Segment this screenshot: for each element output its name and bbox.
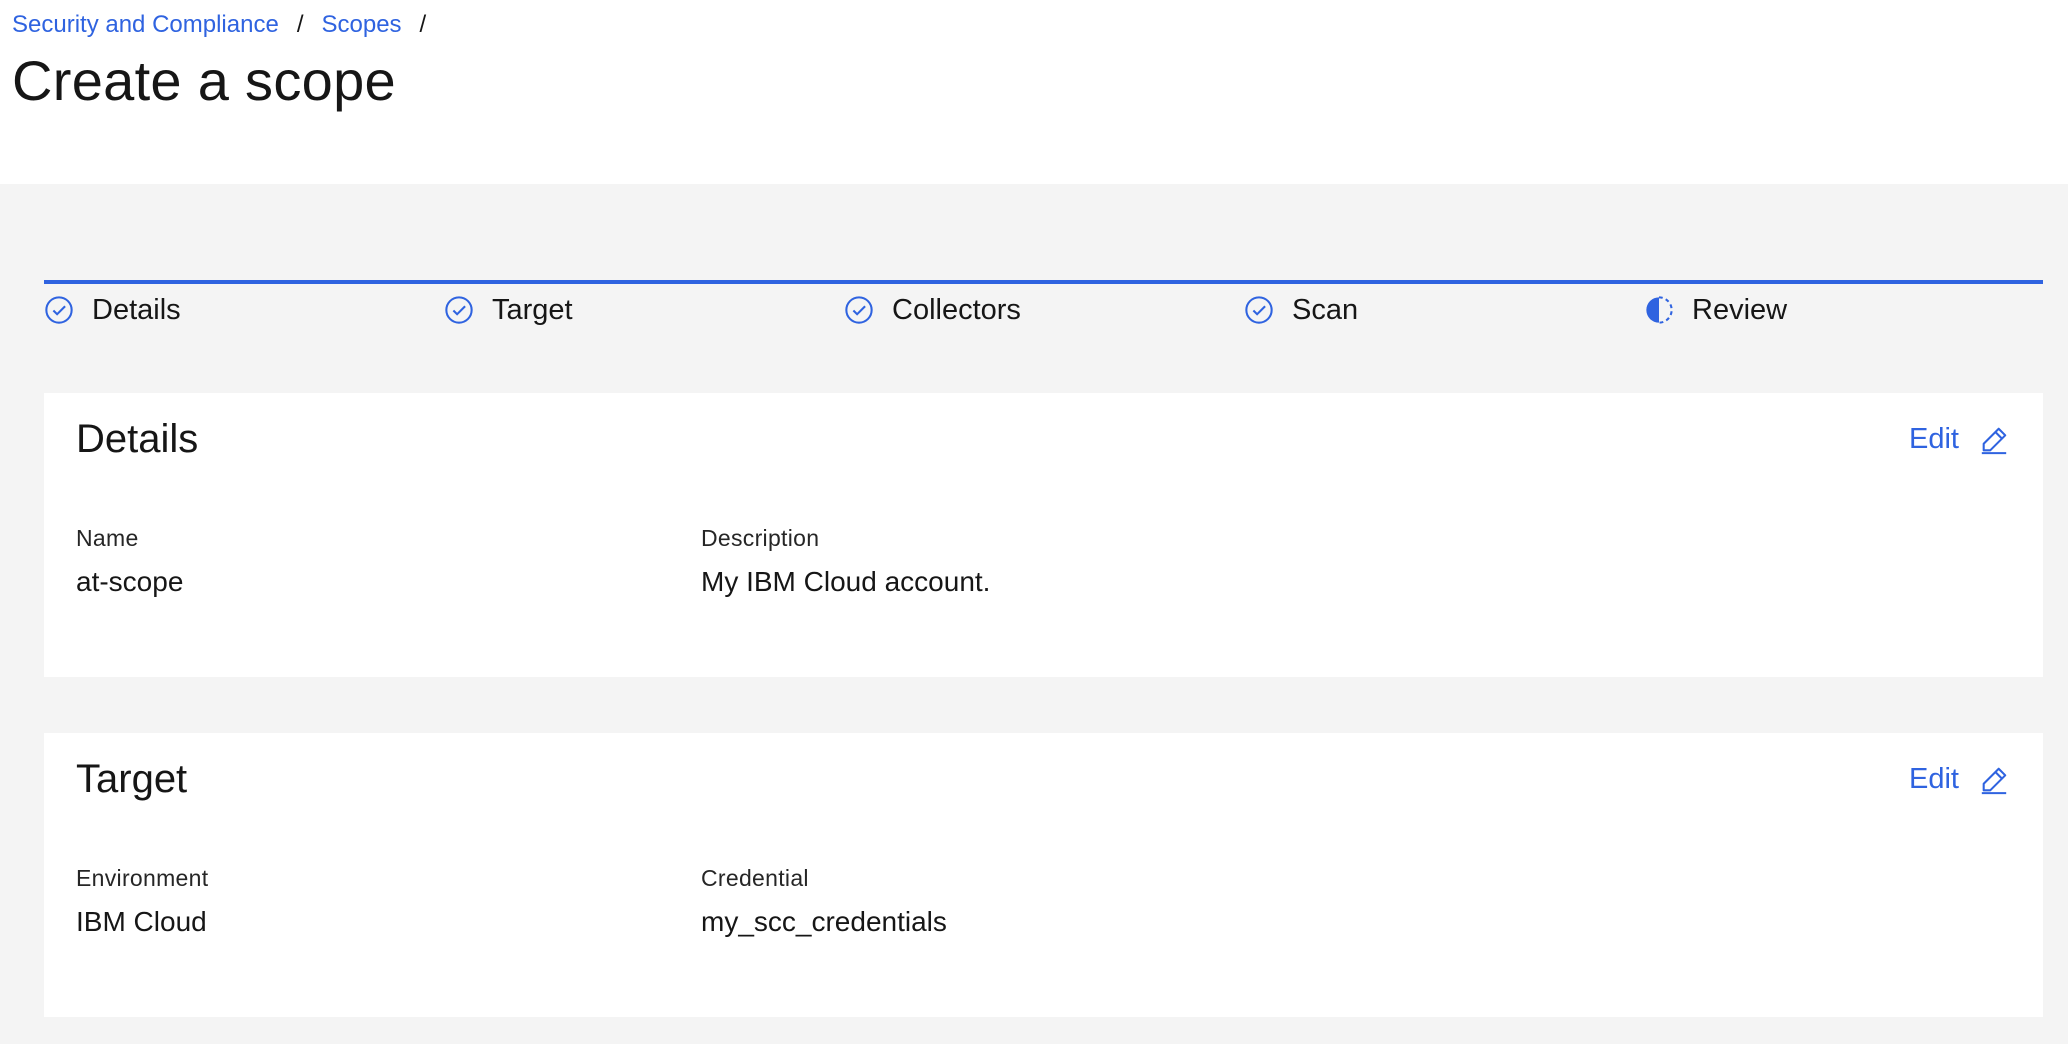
tile-title: Target [76,757,188,801]
progress-step-scan[interactable]: Scan [1244,280,1358,336]
field-value: my_scc_credentials [701,906,947,937]
edit-label: Edit [1909,763,1959,795]
breadcrumb-link-scopes[interactable]: Scopes [321,11,401,39]
progress-step-label: Details [92,293,181,326]
main-content: Details Target Collectors Scan Review De… [0,184,2068,1044]
edit-pencil-icon [1981,427,2007,454]
page-header: Security and Compliance / Scopes / Creat… [0,0,2068,184]
field-value: IBM Cloud [76,906,207,937]
checkmark-outline-icon [845,296,873,324]
page-title: Create a scope [12,49,396,112]
field-label: Name [76,525,139,551]
field-value: at-scope [76,566,184,597]
breadcrumb: Security and Compliance / Scopes / [12,8,444,42]
target-summary-tile: Target Edit Environment IBM Cloud Creden… [44,733,2043,1017]
field-description: Description My IBM Cloud account. [701,525,990,598]
progress-step-review[interactable]: Review [1644,280,1787,336]
progress-step-label: Target [492,293,573,326]
field-label: Description [701,525,820,551]
progress-step-label: Scan [1292,293,1359,326]
progress-step-label: Collectors [892,293,1021,326]
field-value: My IBM Cloud account. [701,566,991,597]
field-label: Environment [76,865,209,891]
edit-label: Edit [1909,423,1959,455]
field-label: Credential [701,865,809,891]
incomplete-half-icon [1646,296,1673,324]
checkmark-outline-icon [445,296,473,324]
edit-target-button[interactable]: Edit [1909,763,2009,796]
breadcrumb-link-security-and-compliance[interactable]: Security and Compliance [12,11,279,39]
checkmark-outline-icon [1245,296,1273,324]
progress-step-target[interactable]: Target [444,280,573,336]
breadcrumb-separator: / [419,11,427,38]
tile-title: Details [76,417,199,461]
edit-pencil-icon [1981,767,2007,794]
edit-details-button[interactable]: Edit [1909,423,2009,456]
progress-step-details[interactable]: Details [44,280,181,336]
field-credential: Credential my_scc_credentials [701,865,947,938]
breadcrumb-separator: / [296,11,304,38]
checkmark-outline-icon [45,296,73,324]
progress-step-collectors[interactable]: Collectors [844,280,1021,336]
details-summary-tile: Details Edit Name at-scope Description M… [44,393,2043,677]
progress-indicator: Details Target Collectors Scan Review [44,280,2043,336]
progress-step-label: Review [1692,293,1788,326]
field-name: Name at-scope [76,525,183,598]
field-environment: Environment IBM Cloud [76,865,208,938]
